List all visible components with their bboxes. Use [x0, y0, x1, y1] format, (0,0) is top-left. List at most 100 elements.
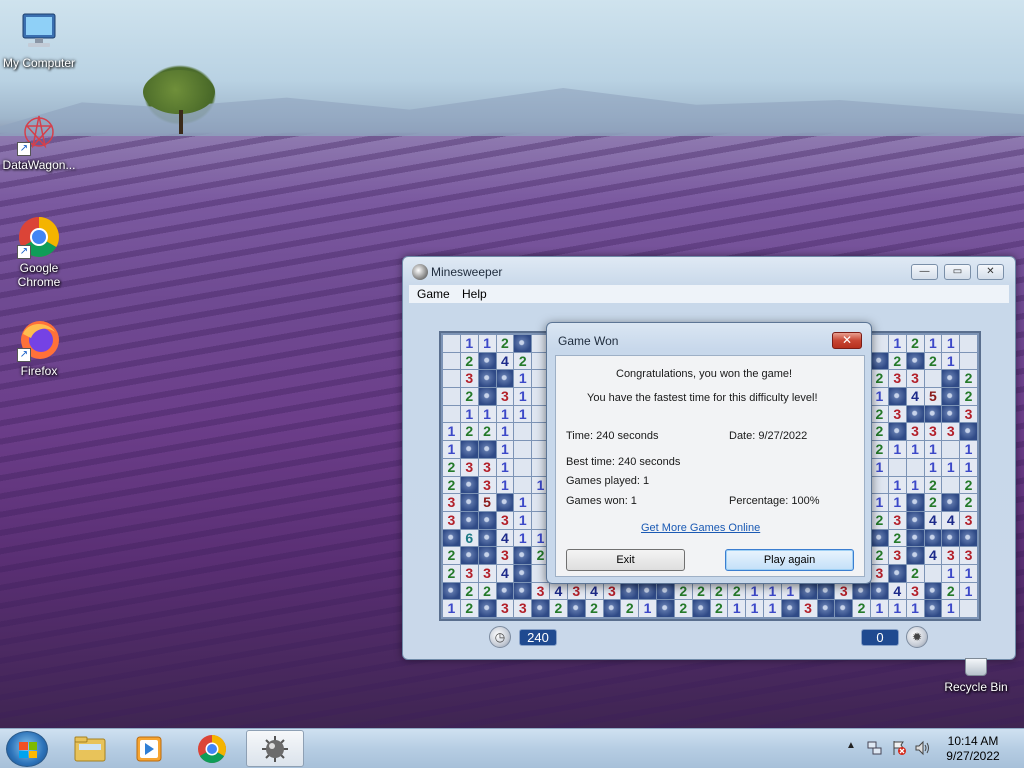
number-cell[interactable]: 3: [871, 564, 888, 582]
number-cell[interactable]: 2: [906, 335, 924, 352]
number-cell[interactable]: 1: [888, 441, 906, 458]
number-cell[interactable]: 1: [728, 600, 746, 617]
number-cell[interactable]: 1: [496, 441, 514, 458]
taskbar-media-player[interactable]: [120, 730, 178, 767]
number-cell[interactable]: 1: [906, 476, 924, 494]
number-cell[interactable]: 2: [496, 335, 514, 352]
number-cell[interactable]: 2: [960, 388, 977, 405]
empty-cell[interactable]: [960, 335, 977, 352]
menu-help[interactable]: Help: [462, 287, 487, 301]
number-cell[interactable]: 2: [550, 600, 567, 617]
empty-cell[interactable]: [906, 458, 924, 476]
close-window-button[interactable]: ✕: [977, 264, 1004, 280]
mine-cell[interactable]: [460, 547, 478, 564]
number-cell[interactable]: 2: [460, 600, 478, 617]
number-cell[interactable]: 6: [460, 529, 478, 547]
mine-cell[interactable]: [871, 352, 888, 370]
empty-cell[interactable]: [514, 476, 532, 494]
mine-cell[interactable]: [960, 529, 977, 547]
number-cell[interactable]: 2: [871, 423, 888, 441]
number-cell[interactable]: 1: [960, 441, 977, 458]
number-cell[interactable]: 1: [746, 600, 763, 617]
number-cell[interactable]: 1: [746, 582, 763, 600]
mine-cell[interactable]: [639, 582, 656, 600]
number-cell[interactable]: 1: [478, 405, 496, 423]
number-cell[interactable]: 1: [942, 600, 960, 617]
number-cell[interactable]: 3: [460, 564, 478, 582]
mine-cell[interactable]: [924, 529, 942, 547]
mine-cell[interactable]: [478, 600, 496, 617]
number-cell[interactable]: 2: [460, 388, 478, 405]
number-cell[interactable]: 3: [496, 600, 514, 617]
empty-cell[interactable]: [924, 370, 942, 388]
volume-icon[interactable]: [914, 740, 932, 759]
number-cell[interactable]: 1: [888, 494, 906, 511]
mine-cell[interactable]: [924, 600, 942, 617]
mine-cell[interactable]: [906, 511, 924, 529]
mine-cell[interactable]: [532, 600, 549, 617]
number-cell[interactable]: 4: [906, 388, 924, 405]
number-cell[interactable]: 1: [871, 458, 888, 476]
number-cell[interactable]: 1: [781, 582, 799, 600]
number-cell[interactable]: 3: [906, 423, 924, 441]
mine-cell[interactable]: [888, 423, 906, 441]
number-cell[interactable]: 2: [674, 600, 692, 617]
taskbar-explorer[interactable]: [60, 730, 118, 767]
number-cell[interactable]: 3: [888, 547, 906, 564]
number-cell[interactable]: 3: [460, 458, 478, 476]
number-cell[interactable]: 3: [496, 547, 514, 564]
number-cell[interactable]: 4: [924, 511, 942, 529]
number-cell[interactable]: 1: [514, 511, 532, 529]
number-cell[interactable]: 2: [478, 582, 496, 600]
number-cell[interactable]: 2: [960, 476, 977, 494]
number-cell[interactable]: 2: [960, 494, 977, 511]
number-cell[interactable]: 2: [924, 494, 942, 511]
number-cell[interactable]: 1: [514, 405, 532, 423]
show-hidden-icons-button[interactable]: ▲: [846, 740, 856, 751]
number-cell[interactable]: 1: [871, 600, 888, 617]
empty-cell[interactable]: [942, 476, 960, 494]
number-cell[interactable]: 2: [853, 600, 870, 617]
number-cell[interactable]: 1: [888, 335, 906, 352]
covered-cell[interactable]: [871, 335, 888, 352]
empty-cell[interactable]: [514, 441, 532, 458]
number-cell[interactable]: 3: [924, 423, 942, 441]
number-cell[interactable]: 2: [692, 582, 710, 600]
number-cell[interactable]: 1: [942, 564, 960, 582]
exit-button[interactable]: Exit: [566, 549, 685, 571]
number-cell[interactable]: 2: [888, 529, 906, 547]
mine-cell[interactable]: [888, 388, 906, 405]
number-cell[interactable]: 2: [871, 441, 888, 458]
number-cell[interactable]: 1: [639, 600, 656, 617]
mine-cell[interactable]: [443, 529, 460, 547]
maximize-button[interactable]: ▭: [944, 264, 971, 280]
number-cell[interactable]: 2: [443, 476, 460, 494]
number-cell[interactable]: 3: [496, 511, 514, 529]
number-cell[interactable]: 2: [443, 547, 460, 564]
start-button[interactable]: [6, 731, 48, 767]
empty-cell[interactable]: [871, 476, 888, 494]
number-cell[interactable]: 1: [871, 388, 888, 405]
number-cell[interactable]: 2: [924, 476, 942, 494]
number-cell[interactable]: 1: [888, 476, 906, 494]
number-cell[interactable]: 3: [478, 458, 496, 476]
mine-cell[interactable]: [853, 582, 870, 600]
mine-cell[interactable]: [871, 582, 888, 600]
number-cell[interactable]: 1: [924, 335, 942, 352]
empty-cell[interactable]: [443, 405, 460, 423]
number-cell[interactable]: 2: [871, 547, 888, 564]
number-cell[interactable]: 2: [871, 405, 888, 423]
mine-cell[interactable]: [942, 405, 960, 423]
empty-cell[interactable]: [942, 441, 960, 458]
number-cell[interactable]: 2: [674, 582, 692, 600]
number-cell[interactable]: 1: [496, 476, 514, 494]
number-cell[interactable]: 2: [621, 600, 639, 617]
number-cell[interactable]: 2: [710, 582, 728, 600]
mine-cell[interactable]: [817, 600, 835, 617]
number-cell[interactable]: 1: [888, 600, 906, 617]
number-cell[interactable]: 1: [764, 600, 781, 617]
mine-cell[interactable]: [781, 600, 799, 617]
number-cell[interactable]: 3: [443, 494, 460, 511]
empty-cell[interactable]: [443, 352, 460, 370]
number-cell[interactable]: 4: [942, 511, 960, 529]
